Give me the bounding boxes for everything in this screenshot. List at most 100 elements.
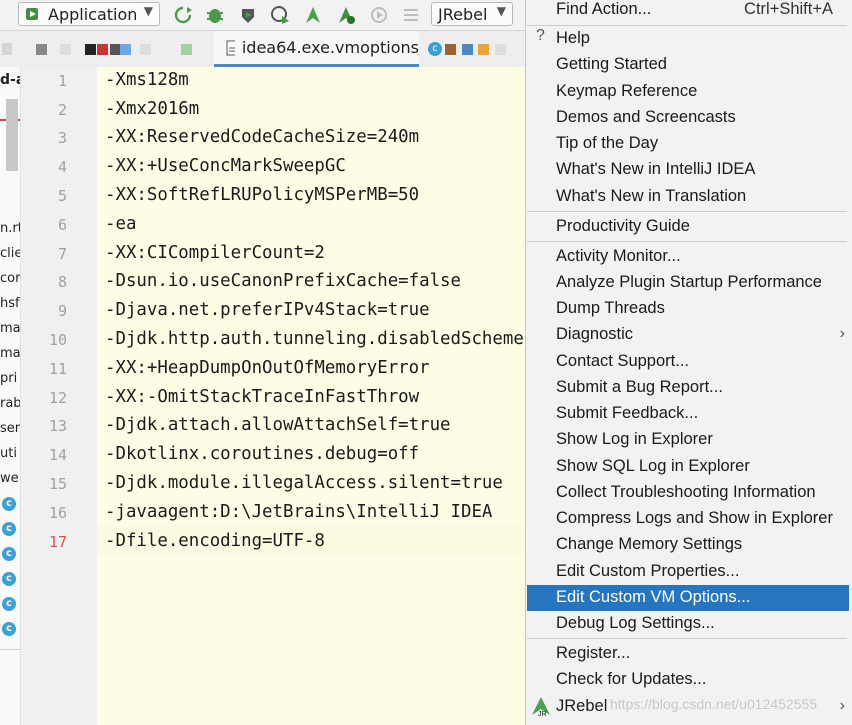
menu-item-label: Diagnostic [556,325,634,343]
tree-item[interactable]: pri [0,371,17,386]
tree-item[interactable]: we [0,471,19,486]
menu-item-compress-logs[interactable]: Compress Logs and Show in Explorer [527,506,849,532]
menu-item-analyze-plugin-startup[interactable]: Analyze Plugin Startup Performance [527,270,849,296]
code-line[interactable]: -Dfile.encoding=UTF-8 [105,531,325,551]
code-line[interactable]: -Djava.net.preferIPv4Stack=true [105,300,430,320]
menu-item-show-log[interactable]: Show Log in Explorer [527,427,849,453]
code-line[interactable]: -Dkotlinx.coroutines.debug=off [105,444,419,464]
code-line[interactable]: -Xmx2016m [105,99,199,119]
menu-item-diagnostic[interactable]: Diagnostic › [527,322,849,348]
file-tab-icon[interactable] [181,44,192,55]
code-line[interactable]: -javaagent:D:\JetBrains\IntelliJ IDEA [105,502,492,522]
file-tab-icon[interactable] [36,44,47,55]
file-tab-icon[interactable] [140,44,151,55]
menu-item-change-memory[interactable]: Change Memory Settings [527,532,849,558]
menu-item-dump-threads[interactable]: Dump Threads [527,296,849,322]
menu-item-whats-new-idea[interactable]: What's New in IntelliJ IDEA [527,157,849,183]
menu-item-getting-started[interactable]: Getting Started [527,52,849,78]
list-icon[interactable] [401,5,421,25]
tree-item[interactable]: n.rt [0,221,20,236]
code-line[interactable]: -ea [105,214,136,234]
menu-item-show-sql-log[interactable]: Show SQL Log in Explorer [527,454,849,480]
code-line[interactable]: -XX:SoftRefLRUPolicyMSPerMB=50 [105,185,419,205]
menu-item-label: What's New in IntelliJ IDEA [556,160,756,178]
menu-item-help[interactable]: ? Help [527,26,849,52]
menu-item-submit-bug[interactable]: Submit a Bug Report... [527,375,849,401]
menu-item-label: Productivity Guide [556,217,690,235]
run-config-combo[interactable]: Application ▼ [18,2,160,26]
code-line[interactable]: -Xms128m [105,70,189,90]
menu-item-demos[interactable]: Demos and Screencasts [527,105,849,131]
menu-item-label: Change Memory Settings [556,535,743,553]
menu-item-label: Debug Log Settings... [556,614,715,632]
menu-item-register[interactable]: Register... [527,641,849,667]
tree-item[interactable]: ser [0,421,20,436]
file-tab-icon[interactable] [462,44,473,55]
file-tab-icon[interactable] [445,44,456,55]
file-tab-icon[interactable] [478,44,489,55]
class-icon[interactable]: c [2,522,16,536]
debug-icon[interactable] [205,5,225,25]
class-icon[interactable]: c [2,572,16,586]
class-icon[interactable]: c [2,497,16,511]
jrebel-debug-icon[interactable] [336,5,356,25]
code-line[interactable]: -XX:+UseConcMarkSweepGC [105,156,346,176]
menu-item-tip-of-the-day[interactable]: Tip of the Day [527,131,849,157]
code-line[interactable]: -Djdk.http.auth.tunneling.disabledScheme… [105,329,526,349]
code-line[interactable]: -Djdk.module.illegalAccess.silent=true [105,473,503,493]
menu-item-whats-new-translation[interactable]: What's New in Translation [527,184,849,210]
class-icon[interactable]: c [2,547,16,561]
code-line[interactable]: -Dsun.io.useCanonPrefixCache=false [105,271,461,291]
tree-item[interactable]: uti [0,446,17,461]
file-tab-icon[interactable] [85,44,96,55]
code-line[interactable]: -XX:ReservedCodeCacheSize=240m [105,127,419,147]
menu-item-keymap-reference[interactable]: Keymap Reference [527,79,849,105]
class-icon[interactable]: c [2,622,16,636]
menu-item-edit-custom-properties[interactable]: Edit Custom Properties... [527,559,849,585]
class-tab-icon[interactable]: c [428,42,442,56]
panel-scrollbar[interactable] [6,99,18,171]
file-icon [226,40,235,55]
code-line[interactable]: -XX:+HeapDumpOnOutOfMemoryError [105,358,430,378]
menu-item-find-action[interactable]: Find Action... Ctrl+Shift+A [527,0,849,23]
tab-scroll-left-icon[interactable] [2,43,12,55]
line-number-gutter: 1 2 3 4 5 6 7 8 9 10 11 12 13 14 15 16 1… [21,67,97,725]
file-tab-icon[interactable] [120,44,131,55]
attach-debugger-icon[interactable] [369,5,389,25]
tree-item[interactable]: clie [0,246,20,261]
file-tab-icon[interactable] [495,44,506,55]
menu-item-collect-troubleshooting[interactable]: Collect Troubleshooting Information [527,480,849,506]
menu-item-productivity-guide[interactable]: Productivity Guide [527,214,849,240]
chevron-right-icon: › [839,697,845,714]
menu-item-activity-monitor[interactable]: Activity Monitor... [527,244,849,270]
line-number: 14 [48,446,67,464]
code-line[interactable]: -XX:-OmitStackTraceInFastThrow [105,387,419,407]
jrebel-run-icon[interactable] [303,5,323,25]
menu-item-submit-feedback[interactable]: Submit Feedback... [527,401,849,427]
run-config-label: Application [48,4,138,24]
code-line[interactable]: -XX:CICompilerCount=2 [105,243,325,263]
line-number: 12 [48,389,67,407]
code-line[interactable]: -Djdk.attach.allowAttachSelf=true [105,415,451,435]
menu-separator [527,211,847,212]
file-tab-icon[interactable] [97,44,108,55]
class-icon[interactable]: c [2,597,16,611]
jrebel-combo[interactable]: JRebel ▼ [431,2,513,26]
menu-item-contact-support[interactable]: Contact Support... [527,349,849,375]
line-number: 10 [48,331,67,349]
profile-icon[interactable] [270,5,290,25]
menu-item-check-updates[interactable]: Check for Updates... [527,667,849,693]
tree-item[interactable]: rab [0,396,20,411]
line-number: 7 [57,245,67,263]
menu-item-debug-log-settings[interactable]: Debug Log Settings... [527,611,849,637]
tree-item[interactable]: hsf [0,296,20,311]
tree-item[interactable]: ma [0,346,20,361]
file-tab-icon[interactable] [60,44,71,55]
code-editor[interactable]: -Xms128m -Xmx2016m -XX:ReservedCodeCache… [97,67,526,725]
coverage-icon[interactable] [238,5,258,25]
tree-item[interactable]: cor [0,271,20,286]
rerun-icon[interactable] [173,5,193,25]
menu-item-edit-custom-vm-options[interactable]: Edit Custom VM Options... [527,585,849,611]
tree-item[interactable]: ma [0,321,20,336]
tab-vmoptions[interactable]: idea64.exe.vmoptions [214,31,419,67]
